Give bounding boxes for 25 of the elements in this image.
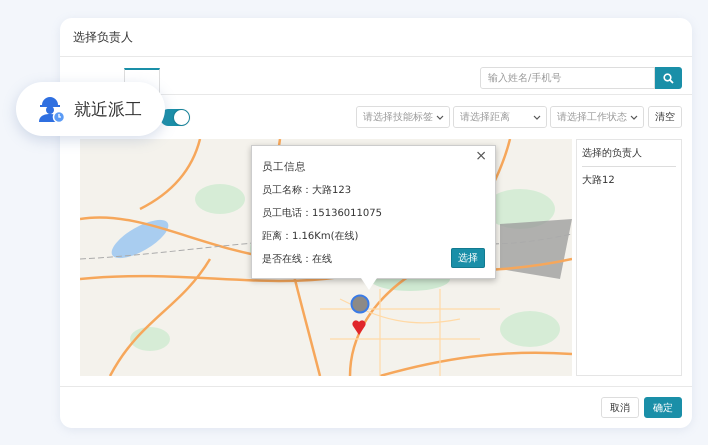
search-button[interactable] (655, 67, 682, 89)
clear-button[interactable]: 清空 (648, 106, 682, 128)
filter-dropdown[interactable]: 请选择技能标签 (356, 106, 450, 128)
chevron-down-icon (533, 114, 541, 120)
info-line: 是否在线：在线 (262, 252, 332, 266)
filter-dropdown[interactable]: 请选择距离 (453, 106, 547, 128)
info-line: 员工电话：15136011075 (262, 206, 382, 220)
badge-label: 就近派工 (74, 98, 142, 120)
close-button[interactable]: × (475, 148, 487, 164)
heart-pin-icon (352, 319, 366, 335)
search-icon (663, 72, 674, 84)
popup-title: 员工信息 (262, 160, 307, 174)
info-line: 员工名称：大路123 (262, 184, 352, 197)
selected-person[interactable]: 大路12 (582, 173, 676, 187)
panel-title: 选择的负责人 (582, 146, 676, 167)
search-field[interactable]: 输入姓名/手机号 (480, 67, 655, 89)
select-button[interactable]: 选择 (451, 248, 485, 268)
info-line: 距离：1.16Km(在线) (262, 230, 358, 243)
confirm-button[interactable]: 确定 (644, 397, 682, 418)
dialog-title: 选择负责人 (73, 28, 133, 46)
cancel-button[interactable]: 取消 (601, 397, 639, 418)
chevron-down-icon (630, 114, 638, 120)
chevron-down-icon (436, 114, 444, 120)
filter-dropdown[interactable]: 请选择工作状态 (550, 106, 644, 128)
worker-clock-icon (36, 95, 66, 123)
